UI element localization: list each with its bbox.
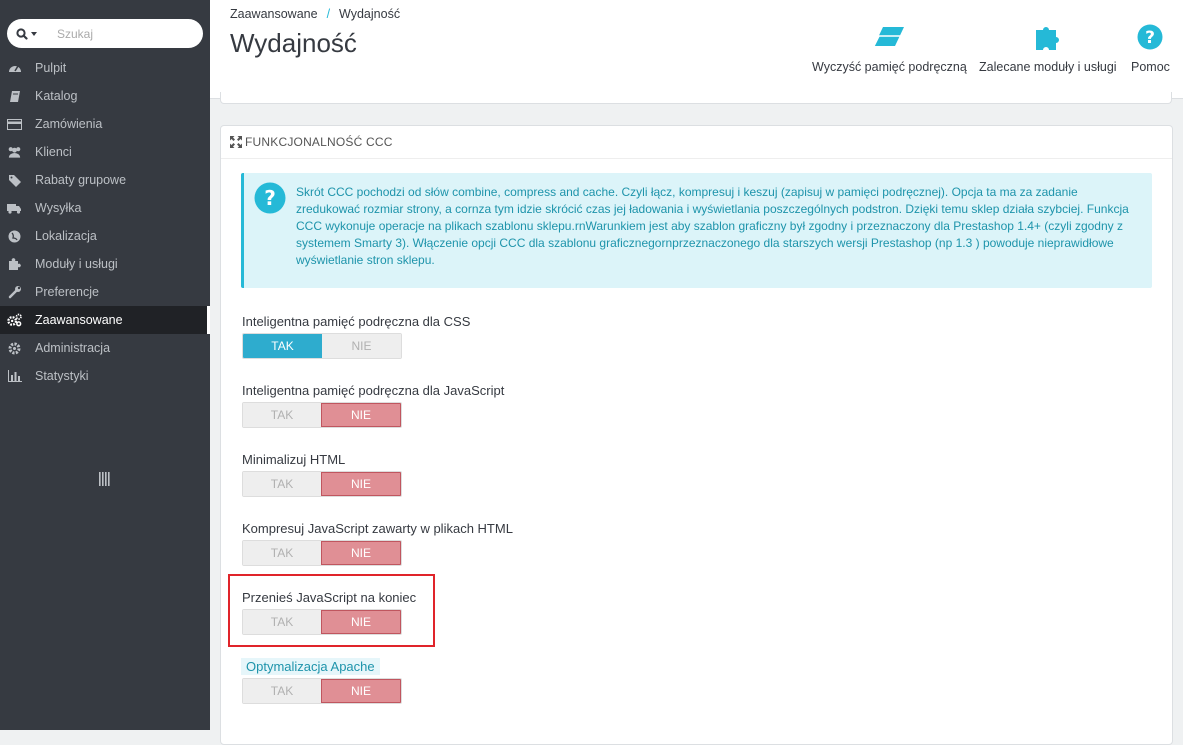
field-label-compress-inline-js: Kompresuj JavaScript zawarty w plikach H… bbox=[242, 521, 513, 536]
switch-no-option[interactable]: NIE bbox=[321, 679, 401, 703]
search-input[interactable] bbox=[55, 25, 199, 42]
ccc-panel: FUNKCJONALNOŚĆ CCC ? Skrót CCC pochodzi … bbox=[220, 125, 1173, 745]
switch-minify-html[interactable]: TAK NIE bbox=[242, 471, 402, 497]
eraser-icon bbox=[812, 22, 967, 52]
switch-apache-optimization[interactable]: TAK NIE bbox=[242, 678, 402, 704]
search-icon[interactable] bbox=[7, 19, 55, 48]
cog-icon bbox=[7, 341, 22, 356]
nav-item-label: Zaawansowane bbox=[35, 313, 123, 327]
nav-item-label: Rabaty grupowe bbox=[35, 173, 127, 187]
switch-yes-option[interactable]: TAK bbox=[243, 472, 321, 496]
puzzle-icon bbox=[979, 22, 1117, 52]
field-label-minify-html: Minimalizuj HTML bbox=[242, 452, 346, 467]
nav-item-lokalizacja[interactable]: Lokalizacja bbox=[0, 222, 210, 250]
switch-yes-option[interactable]: TAK bbox=[243, 541, 321, 565]
nav-item-zamowienia[interactable]: Zamówienia bbox=[0, 110, 210, 138]
nav-item-label: Klienci bbox=[35, 145, 72, 159]
nav-item-label: Preferencje bbox=[35, 285, 99, 299]
switch-yes-option[interactable]: TAK bbox=[243, 403, 321, 427]
highlight-annotation-box bbox=[228, 574, 435, 647]
cogs-icon bbox=[7, 313, 22, 328]
switch-no-option[interactable]: NIE bbox=[322, 334, 401, 358]
clear-cache-button[interactable]: Wyczyść pamięć podręczną bbox=[812, 22, 967, 74]
switch-yes-option[interactable]: TAK bbox=[243, 679, 321, 703]
recommended-modules-label: Zalecane moduły i usługi bbox=[979, 60, 1117, 74]
svg-text:?: ? bbox=[264, 186, 276, 210]
main-nav: Pulpit Katalog Zamówienia Klienci Rabaty… bbox=[0, 54, 210, 390]
users-icon bbox=[7, 145, 22, 160]
nav-item-moduly[interactable]: Moduły i usługi bbox=[0, 250, 210, 278]
bar-chart-icon bbox=[7, 369, 22, 384]
wrench-icon bbox=[7, 285, 22, 300]
book-icon bbox=[7, 89, 22, 104]
svg-text:?: ? bbox=[1146, 28, 1156, 48]
switch-css-cache[interactable]: TAK NIE bbox=[242, 333, 402, 359]
nav-item-label: Pulpit bbox=[35, 61, 67, 75]
recommended-modules-button[interactable]: Zalecane moduły i usługi bbox=[979, 22, 1117, 74]
credit-card-icon bbox=[7, 117, 22, 132]
field-label-js-cache: Inteligentna pamięć podręczna dla JavaSc… bbox=[242, 383, 505, 398]
previous-panel bbox=[220, 92, 1172, 104]
nav-item-klienci[interactable]: Klienci bbox=[0, 138, 210, 166]
info-text: Skrót CCC pochodzi od słów combine, comp… bbox=[296, 185, 1129, 267]
dashboard-icon bbox=[7, 61, 22, 76]
breadcrumb-current: Wydajność bbox=[339, 7, 401, 21]
panel-title: FUNKCJONALNOŚĆ CCC bbox=[245, 135, 393, 149]
nav-item-zaawansowane[interactable]: Zaawansowane bbox=[0, 306, 210, 334]
nav-item-preferencje[interactable]: Preferencje bbox=[0, 278, 210, 306]
nav-item-rabaty-grupowe[interactable]: Rabaty grupowe bbox=[0, 166, 210, 194]
fullscreen-icon bbox=[230, 136, 242, 148]
nav-item-label: Wysyłka bbox=[35, 201, 82, 215]
switch-yes-option[interactable]: TAK bbox=[243, 334, 322, 358]
sidebar: Pulpit Katalog Zamówienia Klienci Rabaty… bbox=[0, 0, 210, 730]
help-label: Pomoc bbox=[1131, 60, 1170, 74]
breadcrumb: Zaawansowane / Wydajność bbox=[230, 7, 400, 21]
switch-no-option[interactable]: NIE bbox=[321, 472, 401, 496]
switch-js-cache[interactable]: TAK NIE bbox=[242, 402, 402, 428]
nav-item-statystyki[interactable]: Statystyki bbox=[0, 362, 210, 390]
page-header: Zaawansowane / Wydajność Wydajność Wyczyść… bbox=[210, 0, 1183, 99]
truck-icon bbox=[7, 201, 22, 216]
field-label-css-cache: Inteligentna pamięć podręczna dla CSS bbox=[242, 314, 471, 329]
question-circle-icon: ? bbox=[254, 182, 286, 219]
nav-item-label: Administracja bbox=[35, 341, 111, 355]
breadcrumb-link[interactable]: Zaawansowane bbox=[230, 7, 318, 21]
nav-item-administracja[interactable]: Administracja bbox=[0, 334, 210, 362]
switch-compress-inline-js[interactable]: TAK NIE bbox=[242, 540, 402, 566]
search-box[interactable] bbox=[7, 19, 203, 48]
nav-item-label: Moduły i usługi bbox=[35, 257, 118, 271]
help-button[interactable]: ? Pomoc bbox=[1131, 22, 1170, 74]
tags-icon bbox=[7, 173, 22, 188]
nav-item-label: Lokalizacja bbox=[35, 229, 97, 243]
switch-no-option[interactable]: NIE bbox=[321, 403, 401, 427]
info-alert: ? Skrót CCC pochodzi od słów combine, co… bbox=[241, 173, 1152, 288]
collapse-sidebar-icon[interactable] bbox=[99, 472, 111, 486]
nav-item-wysylka[interactable]: Wysyłka bbox=[0, 194, 210, 222]
nav-item-label: Katalog bbox=[35, 89, 78, 103]
nav-item-pulpit[interactable]: Pulpit bbox=[0, 54, 210, 82]
switch-no-option[interactable]: NIE bbox=[321, 541, 401, 565]
nav-item-label: Zamówienia bbox=[35, 117, 103, 131]
page-title: Wydajność bbox=[230, 28, 357, 58]
puzzle-icon bbox=[7, 257, 22, 272]
help-icon: ? bbox=[1131, 22, 1170, 52]
globe-icon bbox=[7, 229, 22, 244]
clear-cache-label: Wyczyść pamięć podręczną bbox=[812, 60, 967, 74]
breadcrumb-separator: / bbox=[326, 7, 331, 21]
panel-heading: FUNKCJONALNOŚĆ CCC bbox=[221, 126, 1172, 159]
nav-item-katalog[interactable]: Katalog bbox=[0, 82, 210, 110]
nav-item-label: Statystyki bbox=[35, 369, 89, 383]
field-label-apache-optimization: Optymalizacja Apache bbox=[241, 658, 380, 675]
